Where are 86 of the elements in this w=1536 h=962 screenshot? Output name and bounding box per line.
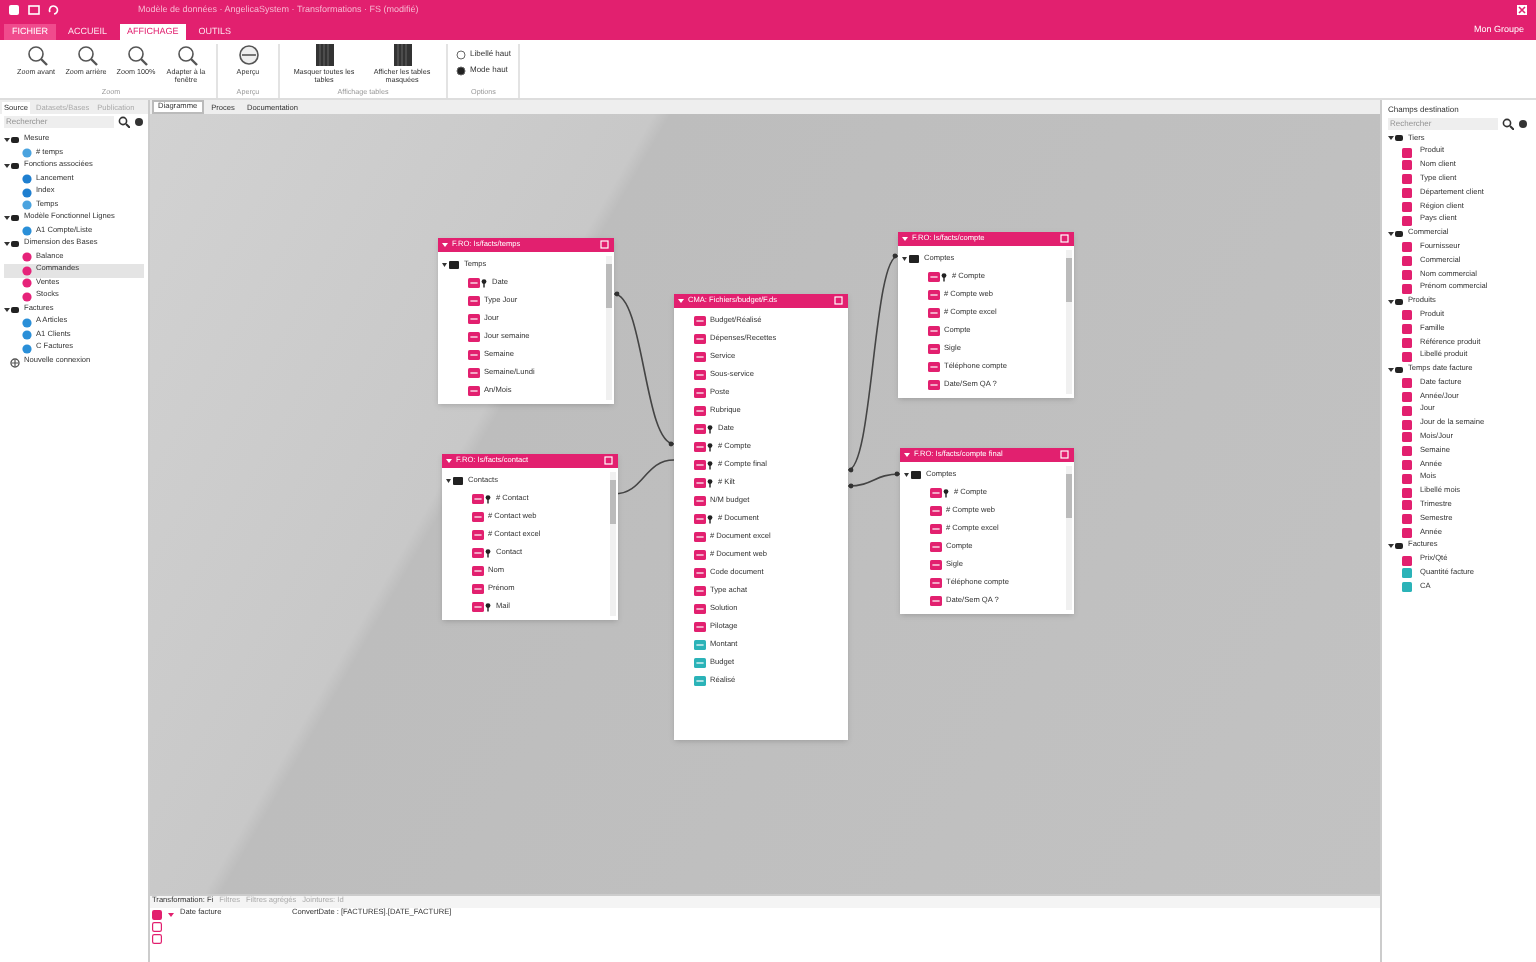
scrollbar[interactable] — [1066, 250, 1072, 394]
field-icon — [694, 604, 706, 614]
field-icon — [468, 332, 480, 342]
field-icon — [928, 326, 940, 336]
table-icon — [313, 44, 335, 66]
source-icon — [22, 226, 32, 237]
field-icon — [694, 406, 706, 416]
field-icon — [694, 496, 706, 506]
field-icon — [694, 388, 706, 398]
field-icon — [694, 334, 706, 344]
field-icon — [468, 386, 480, 396]
field-icon — [694, 370, 706, 380]
checkbox-icon[interactable] — [152, 933, 162, 943]
collapse-icon[interactable] — [1388, 134, 1404, 143]
collapse-icon[interactable] — [4, 214, 20, 223]
save-icon[interactable] — [28, 4, 40, 16]
close-icon[interactable] — [1516, 4, 1528, 16]
field-icon — [930, 596, 942, 606]
field-icon — [1402, 555, 1412, 566]
collapse-icon[interactable] — [1388, 297, 1404, 306]
settings-icon[interactable] — [134, 116, 144, 128]
maximize-icon[interactable] — [600, 240, 610, 250]
field-icon — [930, 506, 942, 516]
collapse-icon[interactable] — [4, 240, 20, 249]
radio-button[interactable] — [456, 65, 466, 75]
field-icon — [930, 542, 942, 552]
collapse-icon[interactable] — [4, 162, 20, 171]
field-icon — [472, 566, 484, 576]
add-icon — [10, 357, 20, 367]
scrollbar[interactable] — [610, 472, 616, 616]
field-icon — [694, 550, 706, 560]
folder-icon — [442, 260, 460, 270]
scrollbar[interactable] — [1066, 466, 1072, 610]
field-icon — [472, 512, 484, 522]
field-icon — [694, 622, 706, 632]
field-icon — [472, 530, 484, 540]
maximize-icon[interactable] — [1060, 234, 1070, 244]
checkbox-icon[interactable] — [152, 921, 162, 931]
scrollbar[interactable] — [606, 256, 612, 400]
collapse-icon[interactable] — [1388, 365, 1404, 374]
search-icon[interactable] — [1502, 118, 1514, 130]
field-icon — [928, 344, 940, 354]
dropdown-icon[interactable] — [904, 452, 910, 458]
field-icon — [468, 296, 480, 306]
radio-button[interactable] — [456, 49, 466, 59]
field-icon — [694, 316, 706, 326]
field-icon — [928, 362, 940, 372]
field-icon — [928, 380, 940, 390]
app-icon — [8, 4, 20, 16]
field-icon — [930, 578, 942, 588]
field-icon — [694, 586, 706, 596]
folder-icon — [904, 470, 922, 480]
field-icon — [928, 290, 940, 300]
field-icon — [928, 308, 940, 318]
measure-icon — [694, 676, 706, 686]
field-icon — [468, 314, 480, 324]
dropdown-icon[interactable] — [902, 236, 908, 242]
maximize-icon[interactable] — [1060, 450, 1070, 460]
search-icon[interactable] — [118, 116, 130, 128]
dropdown-icon[interactable] — [446, 458, 452, 464]
maximize-icon[interactable] — [604, 456, 614, 466]
dropdown-icon[interactable] — [678, 298, 684, 304]
source-icon — [22, 148, 32, 159]
maximize-icon[interactable] — [834, 296, 844, 306]
field-icon — [472, 584, 484, 594]
table-icon — [391, 44, 413, 66]
checkbox-icon[interactable] — [152, 909, 162, 919]
folder-icon — [446, 476, 464, 486]
field-icon — [930, 560, 942, 570]
table-card[interactable] — [674, 294, 848, 740]
measure-icon — [694, 640, 706, 650]
collapse-icon[interactable] — [1388, 542, 1404, 551]
field-icon — [468, 350, 480, 360]
collapse-icon[interactable] — [4, 305, 20, 314]
field-icon — [930, 524, 942, 534]
measure-icon — [694, 658, 706, 668]
collapse-icon[interactable] — [1388, 229, 1404, 238]
field-icon — [694, 352, 706, 362]
undo-icon[interactable] — [48, 4, 60, 16]
field-icon — [694, 568, 706, 578]
dropdown-icon[interactable] — [442, 242, 448, 248]
collapse-icon[interactable] — [4, 136, 20, 145]
settings-icon[interactable] — [1518, 118, 1528, 130]
folder-icon — [902, 254, 920, 264]
field-icon — [694, 532, 706, 542]
field-icon — [468, 368, 480, 378]
